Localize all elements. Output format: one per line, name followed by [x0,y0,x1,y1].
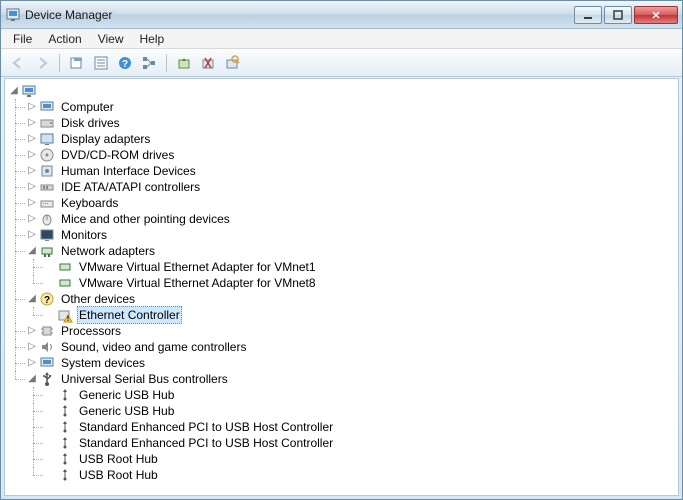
menubar: File Action View Help [1,29,682,49]
node-nic-vmnet8[interactable]: VMware Virtual Ethernet Adapter for VMne… [77,275,318,291]
device-tree: ◢ ▷ Computer ▷ Disk drives ▷ Display adapte… [5,83,678,483]
usb-device-icon [57,387,73,403]
computer-root-icon [21,83,37,99]
nic-icon [57,259,73,275]
node-usb-hub[interactable]: Generic USB Hub [77,403,176,419]
node-dvd[interactable]: DVD/CD-ROM drives [59,147,176,163]
processor-icon [39,323,55,339]
expander-icon[interactable]: ◢ [7,83,21,99]
usb-device-icon [57,403,73,419]
system-icon [39,355,55,371]
node-usb-hub[interactable]: Generic USB Hub [77,387,176,403]
computer-icon [39,99,55,115]
help-button[interactable]: ? [114,52,136,74]
node-computer[interactable]: Computer [59,99,116,115]
svg-text:?: ? [122,59,128,70]
monitor-icon [39,227,55,243]
toolbar: ? [1,49,682,77]
node-keyboards[interactable]: Keyboards [59,195,120,211]
node-ide[interactable]: IDE ATA/ATAPI controllers [59,179,202,195]
expander-icon[interactable]: ▷ [25,323,39,339]
expander-icon[interactable]: ◢ [25,291,39,307]
usb-icon [39,371,55,387]
scan-hardware-button[interactable] [221,52,243,74]
expander-icon[interactable]: ▷ [25,227,39,243]
sound-icon [39,339,55,355]
tree-view-button[interactable] [138,52,160,74]
disk-icon [39,115,55,131]
svg-text:?: ? [44,295,50,306]
node-display-adapters[interactable]: Display adapters [59,131,152,147]
usb-device-icon [57,467,73,483]
node-disk-drives[interactable]: Disk drives [59,115,122,131]
menu-file[interactable]: File [5,30,40,48]
node-network-adapters[interactable]: Network adapters [59,243,157,259]
keyboard-icon [39,195,55,211]
node-sound[interactable]: Sound, video and game controllers [59,339,248,355]
node-ethernet-controller[interactable]: Ethernet Controller [77,306,182,324]
expander-icon[interactable]: ▷ [25,147,39,163]
forward-button[interactable] [31,52,53,74]
expander-icon[interactable]: ▷ [25,131,39,147]
nic-icon [57,275,73,291]
uninstall-button[interactable] [197,52,219,74]
usb-device-icon [57,419,73,435]
app-icon [5,7,21,23]
svg-text:!: ! [67,316,69,323]
tree-panel: ◢ ▷ Computer ▷ Disk drives ▷ Display adapte… [4,78,679,496]
maximize-button[interactable] [604,6,632,24]
menu-action[interactable]: Action [40,30,89,48]
expander-icon[interactable]: ▷ [25,339,39,355]
expander-icon[interactable]: ▷ [25,115,39,131]
menu-help[interactable]: Help [132,30,173,48]
expander-icon[interactable]: ▷ [25,211,39,227]
close-button[interactable] [634,6,678,24]
node-usb-root-hub[interactable]: USB Root Hub [77,467,160,483]
node-usb-enhanced[interactable]: Standard Enhanced PCI to USB Host Contro… [77,435,335,451]
node-usb-enhanced[interactable]: Standard Enhanced PCI to USB Host Contro… [77,419,335,435]
hid-icon [39,163,55,179]
usb-device-icon [57,451,73,467]
display-icon [39,131,55,147]
node-usb-root-hub[interactable]: USB Root Hub [77,451,160,467]
network-icon [39,243,55,259]
node-mice[interactable]: Mice and other pointing devices [59,211,232,227]
node-monitors[interactable]: Monitors [59,227,109,243]
window-controls [574,6,678,24]
minimize-button[interactable] [574,6,602,24]
expander-icon[interactable]: ▷ [25,163,39,179]
expander-icon[interactable]: ◢ [25,243,39,259]
node-system-devices[interactable]: System devices [59,355,147,371]
titlebar: Device Manager [1,1,682,29]
warning-device-icon: ! [57,307,73,323]
window-title: Device Manager [25,8,574,22]
window-frame: Device Manager File Action View Help [0,0,683,500]
node-nic-vmnet1[interactable]: VMware Virtual Ethernet Adapter for VMne… [77,259,318,275]
menu-view[interactable]: View [90,30,132,48]
expander-icon[interactable]: ◢ [25,371,39,387]
expander-icon[interactable]: ▷ [25,195,39,211]
properties-button[interactable] [90,52,112,74]
node-other-devices[interactable]: Other devices [59,291,137,307]
update-driver-button[interactable] [173,52,195,74]
toolbar-separator [166,54,167,72]
node-hid[interactable]: Human Interface Devices [59,163,198,179]
ide-icon [39,179,55,195]
usb-device-icon [57,435,73,451]
dvd-icon [39,147,55,163]
toolbar-separator [59,54,60,72]
expander-icon[interactable]: ▷ [25,99,39,115]
mouse-icon [39,211,55,227]
expander-icon[interactable]: ▷ [25,179,39,195]
expander-icon[interactable]: ▷ [25,355,39,371]
other-devices-icon: ? [39,291,55,307]
node-processors[interactable]: Processors [59,323,123,339]
tree-root[interactable]: ◢ [7,83,678,99]
show-hidden-button[interactable] [66,52,88,74]
node-usb-controllers[interactable]: Universal Serial Bus controllers [59,371,230,387]
back-button[interactable] [7,52,29,74]
